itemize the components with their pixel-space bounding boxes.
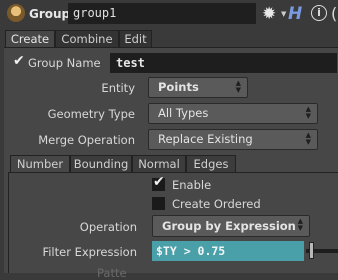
merge-operation-menu[interactable]: Replace Existing ▲ ▼: [148, 129, 318, 150]
gear-icon[interactable]: ✹: [262, 4, 282, 24]
tab-normal[interactable]: Normal: [132, 155, 186, 173]
dropdown-arrows-icon: ▲ ▼: [235, 79, 241, 94]
gear-menu-caret-icon[interactable]: ▼: [281, 10, 286, 18]
help-icon[interactable]: H: [288, 4, 302, 24]
create-ordered-label: Create Ordered: [172, 197, 261, 211]
node-name-field[interactable]: group1: [68, 3, 256, 24]
overflow-icon[interactable]: (: [331, 4, 337, 23]
entity-menu[interactable]: Points ▲ ▼: [148, 77, 248, 98]
info-icon[interactable]: i: [311, 5, 327, 21]
tab-bounding[interactable]: Bounding: [70, 155, 132, 173]
enable-checkbox[interactable]: ✔: [152, 174, 165, 191]
group-name-field[interactable]: test: [110, 53, 337, 73]
geometry-type-value: All Types: [158, 106, 209, 120]
merge-operation-value: Replace Existing: [158, 132, 253, 146]
checkmark-icon: ✔: [153, 174, 165, 190]
node-group-icon: [7, 4, 25, 22]
pattern-label-partial: Patte: [97, 266, 127, 280]
tab-create[interactable]: Create: [5, 30, 55, 48]
operation-menu[interactable]: Group by Expression ▲ ▼: [152, 215, 310, 237]
dropdown-arrows-icon: ▲ ▼: [305, 131, 311, 146]
filter-expression-field[interactable]: $TY > 0.75: [152, 241, 304, 261]
node-type-label: Group: [29, 7, 71, 21]
create-ordered-checkbox[interactable]: [152, 197, 165, 210]
group-name-label: Group Name: [28, 56, 101, 70]
entity-label: Entity: [101, 81, 135, 95]
merge-operation-label: Merge Operation: [38, 133, 135, 147]
dropdown-arrows-icon: ▲ ▼: [305, 105, 311, 120]
checkmark-icon: ✔: [13, 53, 25, 69]
tab-number[interactable]: Number: [10, 155, 70, 173]
geometry-type-menu[interactable]: All Types ▲ ▼: [148, 103, 318, 124]
tab-combine[interactable]: Combine: [55, 30, 119, 48]
tab-edges[interactable]: Edges: [186, 155, 236, 173]
operation-value: Group by Expression: [162, 219, 296, 233]
tab-edit[interactable]: Edit: [119, 30, 152, 48]
group-name-checkbox[interactable]: ✔: [12, 53, 25, 70]
operation-label: Operation: [79, 220, 137, 234]
filter-expression-label: Filter Expression: [42, 245, 137, 259]
geometry-type-label: Geometry Type: [47, 107, 135, 121]
slider-handle[interactable]: [309, 242, 314, 259]
dropdown-arrows-icon: ▲ ▼: [297, 217, 303, 232]
enable-label: Enable: [172, 178, 212, 192]
entity-value: Points: [158, 80, 199, 94]
